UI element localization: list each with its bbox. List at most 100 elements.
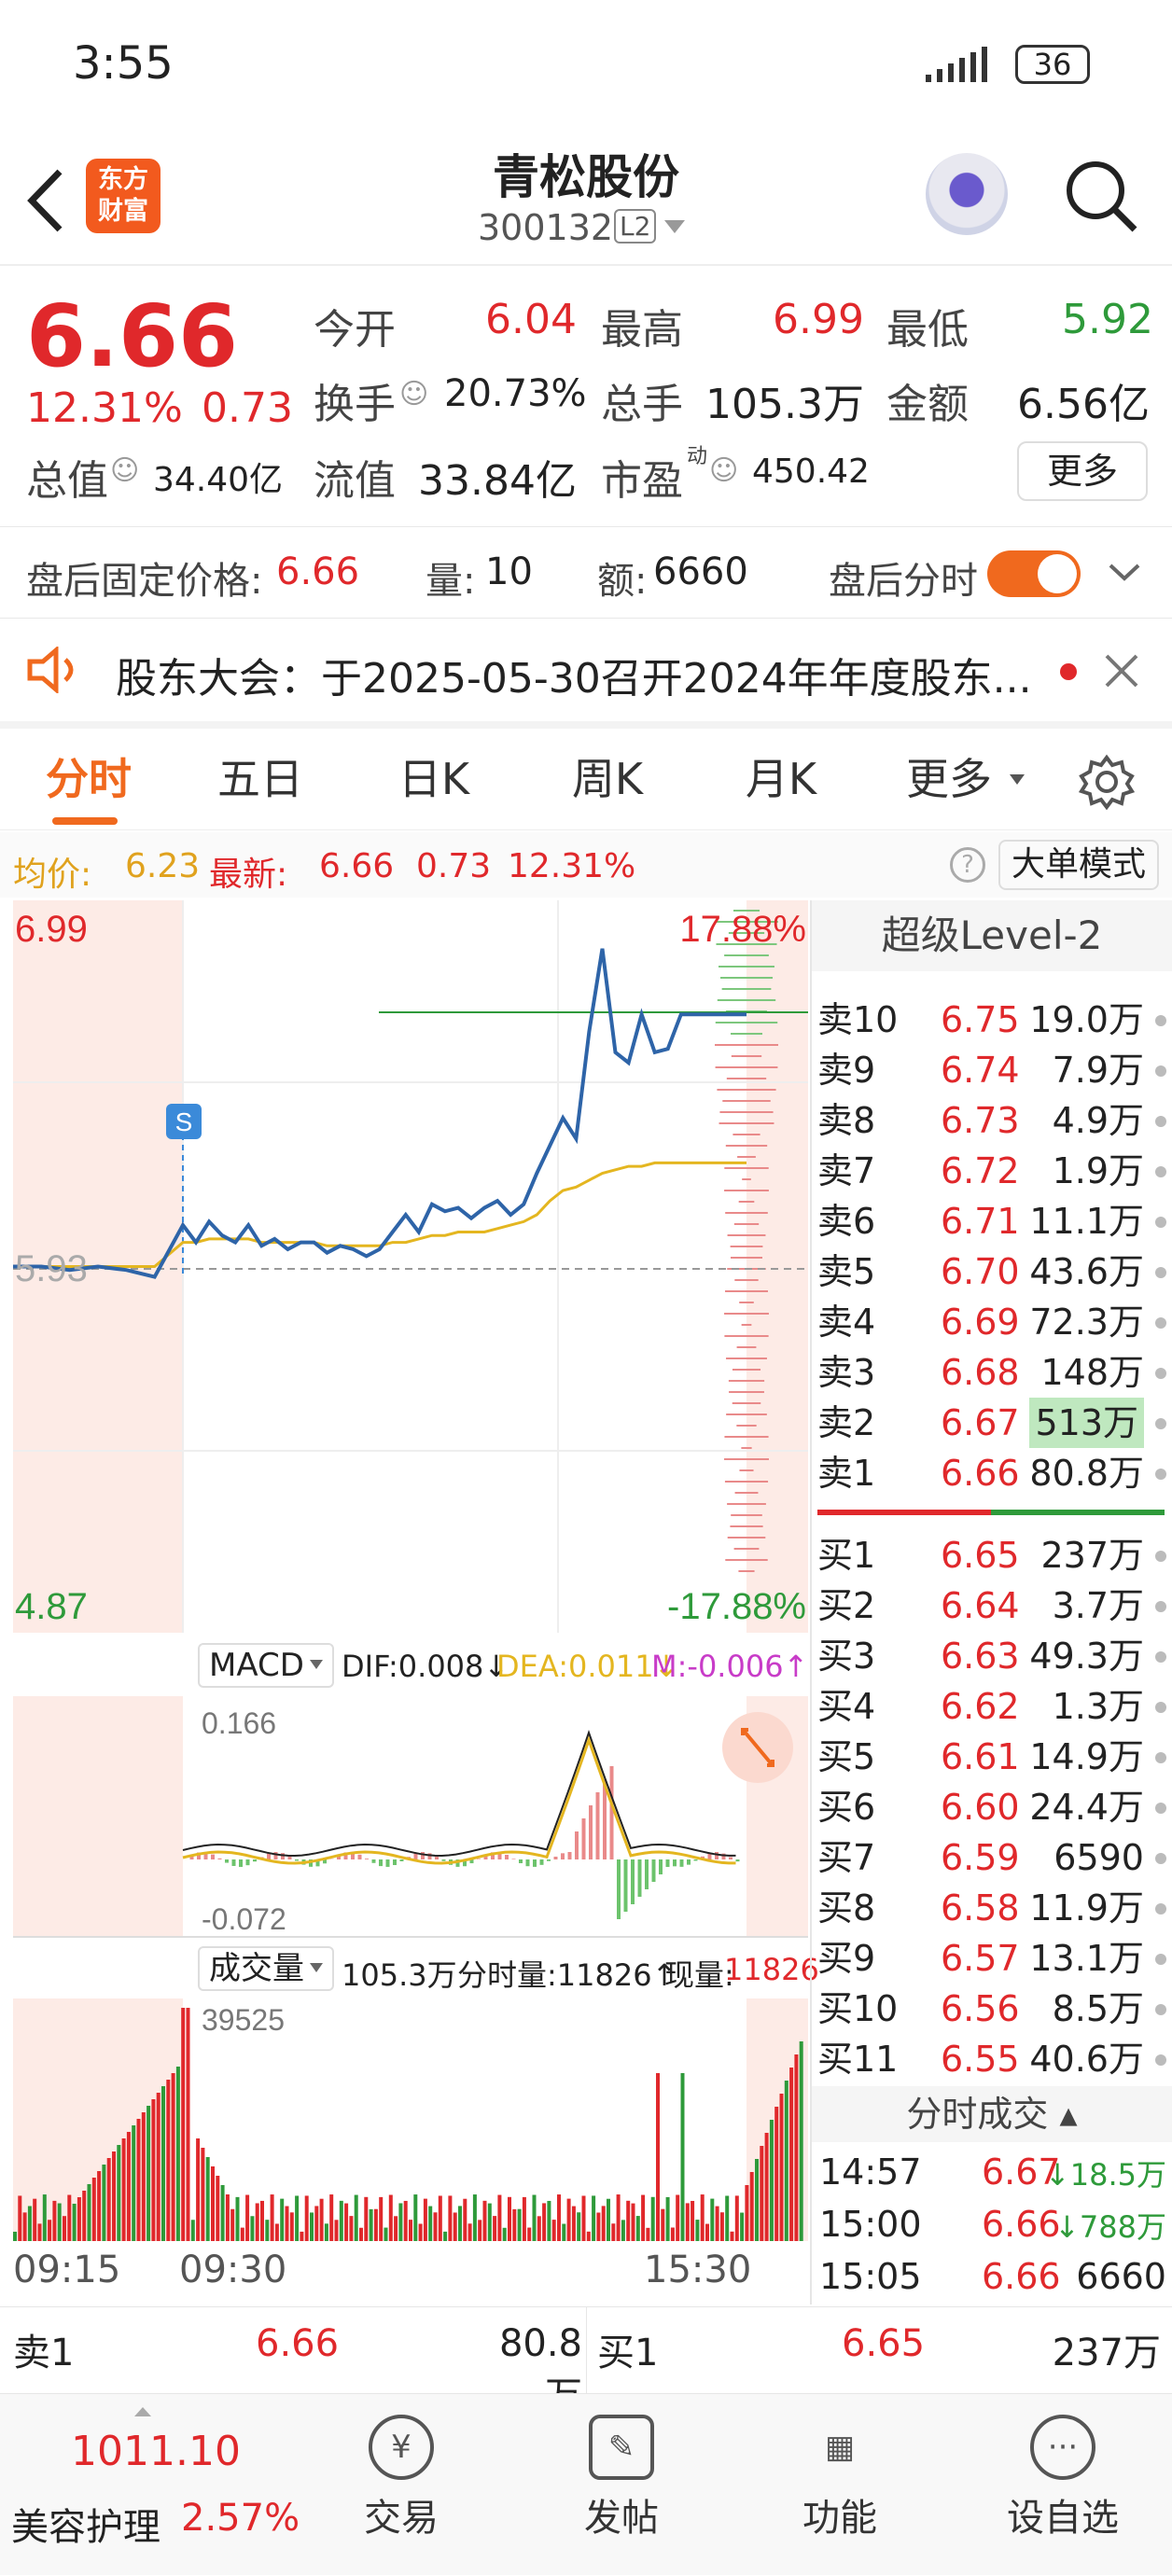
macd-bar bbox=[659, 1859, 663, 1874]
asks-row[interactable]: 卖36.68148万 bbox=[812, 1347, 1172, 1398]
bids-row[interactable]: 买56.6114.9万 bbox=[812, 1732, 1172, 1782]
info-icon[interactable]: ☺ bbox=[399, 378, 428, 411]
big-order-mode-button[interactable]: 大单模式 bbox=[998, 840, 1159, 890]
bids-row[interactable]: 买76.596590 bbox=[812, 1832, 1172, 1883]
asks-row[interactable]: 卖46.6972.3万 bbox=[812, 1297, 1172, 1347]
tab-more[interactable]: 更多 bbox=[898, 728, 1000, 830]
bids-row[interactable]: 买16.65237万 bbox=[812, 1530, 1172, 1580]
asks-price: 6.71 bbox=[941, 1196, 1020, 1246]
info-icon[interactable]: ☺ bbox=[709, 454, 738, 487]
trade-volume: ↓18.5万 bbox=[1045, 2151, 1166, 2194]
asks-row[interactable]: 卖76.721.9万 bbox=[812, 1146, 1172, 1196]
trade-price: 6.66 bbox=[982, 2256, 1061, 2297]
asks-row[interactable]: 卖66.7111.1万 bbox=[812, 1196, 1172, 1246]
bids-row[interactable]: 买26.643.7万 bbox=[812, 1580, 1172, 1631]
volume-bar bbox=[478, 2220, 481, 2241]
bids-row[interactable]: 买36.6349.3万 bbox=[812, 1631, 1172, 1681]
chevron-up-icon[interactable] bbox=[134, 2407, 151, 2416]
asks-row[interactable]: 卖26.67513万 bbox=[812, 1398, 1172, 1448]
macd-bar bbox=[610, 1766, 614, 1859]
bids-dot bbox=[1155, 1651, 1166, 1663]
asks-row[interactable]: 卖16.6680.8万 bbox=[812, 1448, 1172, 1498]
asks-dot bbox=[1155, 1317, 1166, 1329]
intraday-price-chart[interactable]: S 6.99 17.88% 5.93 4.87 -17.88% bbox=[0, 900, 810, 1637]
trade-button[interactable]: ¥交易 bbox=[345, 2394, 457, 2576]
volume-chart[interactable]: 39525 bbox=[0, 1998, 810, 2241]
asks-dot bbox=[1155, 1368, 1166, 1379]
asks-volume: 80.8万 bbox=[1029, 1448, 1144, 1498]
volume-bar bbox=[374, 2209, 378, 2241]
function-button[interactable]: ▦功能 bbox=[784, 2394, 896, 2576]
volume-bar bbox=[142, 2112, 146, 2241]
volume-bar bbox=[82, 2191, 86, 2241]
volume-bar bbox=[172, 2073, 175, 2241]
asks-dot bbox=[1155, 1166, 1166, 1177]
order-book-title[interactable]: 超级Level-2 bbox=[812, 900, 1172, 971]
volume-bar bbox=[493, 2216, 496, 2241]
tab-underline bbox=[52, 817, 118, 825]
sector-name[interactable]: 美容护理 bbox=[11, 2497, 160, 2551]
more-button[interactable]: 更多 bbox=[1017, 441, 1148, 501]
bids-row[interactable]: 买96.5713.1万 bbox=[812, 1933, 1172, 1984]
macd-bar bbox=[645, 1859, 649, 1889]
volume-bar bbox=[755, 2159, 759, 2241]
macd-bar bbox=[267, 1854, 271, 1859]
macd-bar bbox=[729, 1857, 732, 1859]
asks-row[interactable]: 卖106.7519.0万 bbox=[812, 995, 1172, 1045]
info-icon[interactable]: ☺ bbox=[110, 454, 139, 487]
help-icon[interactable]: ? bbox=[950, 847, 985, 883]
asks-row[interactable]: 卖96.747.9万 bbox=[812, 1045, 1172, 1095]
tab-weekly-k[interactable]: 周K bbox=[547, 728, 668, 830]
after-hours-toggle[interactable] bbox=[987, 550, 1081, 597]
asks-volume: 72.3万 bbox=[1029, 1297, 1144, 1347]
volume-bar bbox=[117, 2145, 120, 2241]
bids-label: 买9 bbox=[817, 1933, 875, 1984]
bids-row[interactable]: 买116.5540.6万 bbox=[812, 2034, 1172, 2084]
sector-index-value[interactable]: 1011.10 bbox=[71, 2428, 241, 2475]
bids-row[interactable]: 买46.621.3万 bbox=[812, 1681, 1172, 1732]
search-icon[interactable] bbox=[1064, 159, 1138, 233]
volume-bar bbox=[335, 2220, 339, 2241]
volume-bar bbox=[102, 2165, 105, 2241]
volume-bar bbox=[38, 2223, 42, 2241]
volume-bar bbox=[572, 2207, 576, 2241]
depth-bar bbox=[727, 1078, 766, 1079]
tab-five-day[interactable]: 五日 bbox=[200, 728, 321, 830]
bids-row[interactable]: 买86.5811.9万 bbox=[812, 1883, 1172, 1933]
asks-price: 6.75 bbox=[941, 995, 1020, 1045]
notice-bar[interactable]: 股东大会：于2025-05-30召开2024年年度股东... bbox=[0, 619, 1172, 721]
depth-bar bbox=[739, 1201, 755, 1203]
asks-dot bbox=[1155, 1116, 1166, 1127]
trade-time: 15:00 bbox=[819, 2204, 922, 2245]
tab-intraday[interactable]: 分时 bbox=[28, 728, 149, 830]
bids-label: 买3 bbox=[817, 1631, 875, 1681]
macd-chart[interactable]: 0.166 -0.072 bbox=[0, 1696, 810, 1941]
dropdown-icon[interactable] bbox=[664, 220, 685, 233]
bids-row[interactable]: 买106.568.5万 bbox=[812, 1984, 1172, 2034]
tab-daily-k[interactable]: 日K bbox=[373, 728, 495, 830]
level-badge: L2 bbox=[614, 209, 656, 244]
macd-bar bbox=[239, 1859, 243, 1867]
bids-row[interactable]: 买66.6024.4万 bbox=[812, 1782, 1172, 1832]
trades-title[interactable]: 分时成交 ▴ bbox=[812, 2086, 1172, 2142]
close-icon[interactable] bbox=[1105, 654, 1138, 688]
bids-volume: 6590 bbox=[1053, 1832, 1144, 1883]
volume-bar bbox=[88, 2184, 91, 2241]
asks-row[interactable]: 卖86.734.9万 bbox=[812, 1095, 1172, 1146]
tab-monthly-k[interactable]: 月K bbox=[720, 728, 842, 830]
settings-gear-icon[interactable] bbox=[1079, 754, 1135, 810]
volume-tick: 分时量:11826↑ bbox=[457, 1952, 677, 1995]
bids-label: 买8 bbox=[817, 1883, 875, 1933]
chevron-down-icon[interactable] bbox=[1109, 562, 1140, 582]
add-watchlist-button[interactable]: ···设自选 bbox=[1002, 2394, 1123, 2576]
asks-label: 卖4 bbox=[817, 1297, 875, 1347]
robot-avatar-icon[interactable] bbox=[926, 153, 1008, 235]
depth-bar bbox=[724, 1335, 768, 1337]
asks-row[interactable]: 卖56.7043.6万 bbox=[812, 1246, 1172, 1297]
x-tick-1530: 15:30 bbox=[644, 2249, 751, 2291]
volume-bar bbox=[632, 2204, 635, 2241]
post-button[interactable]: ✎发帖 bbox=[565, 2394, 677, 2576]
volume-bar bbox=[256, 2203, 259, 2241]
volume-bar bbox=[508, 2197, 511, 2241]
latest-label: 最新: bbox=[209, 847, 287, 896]
